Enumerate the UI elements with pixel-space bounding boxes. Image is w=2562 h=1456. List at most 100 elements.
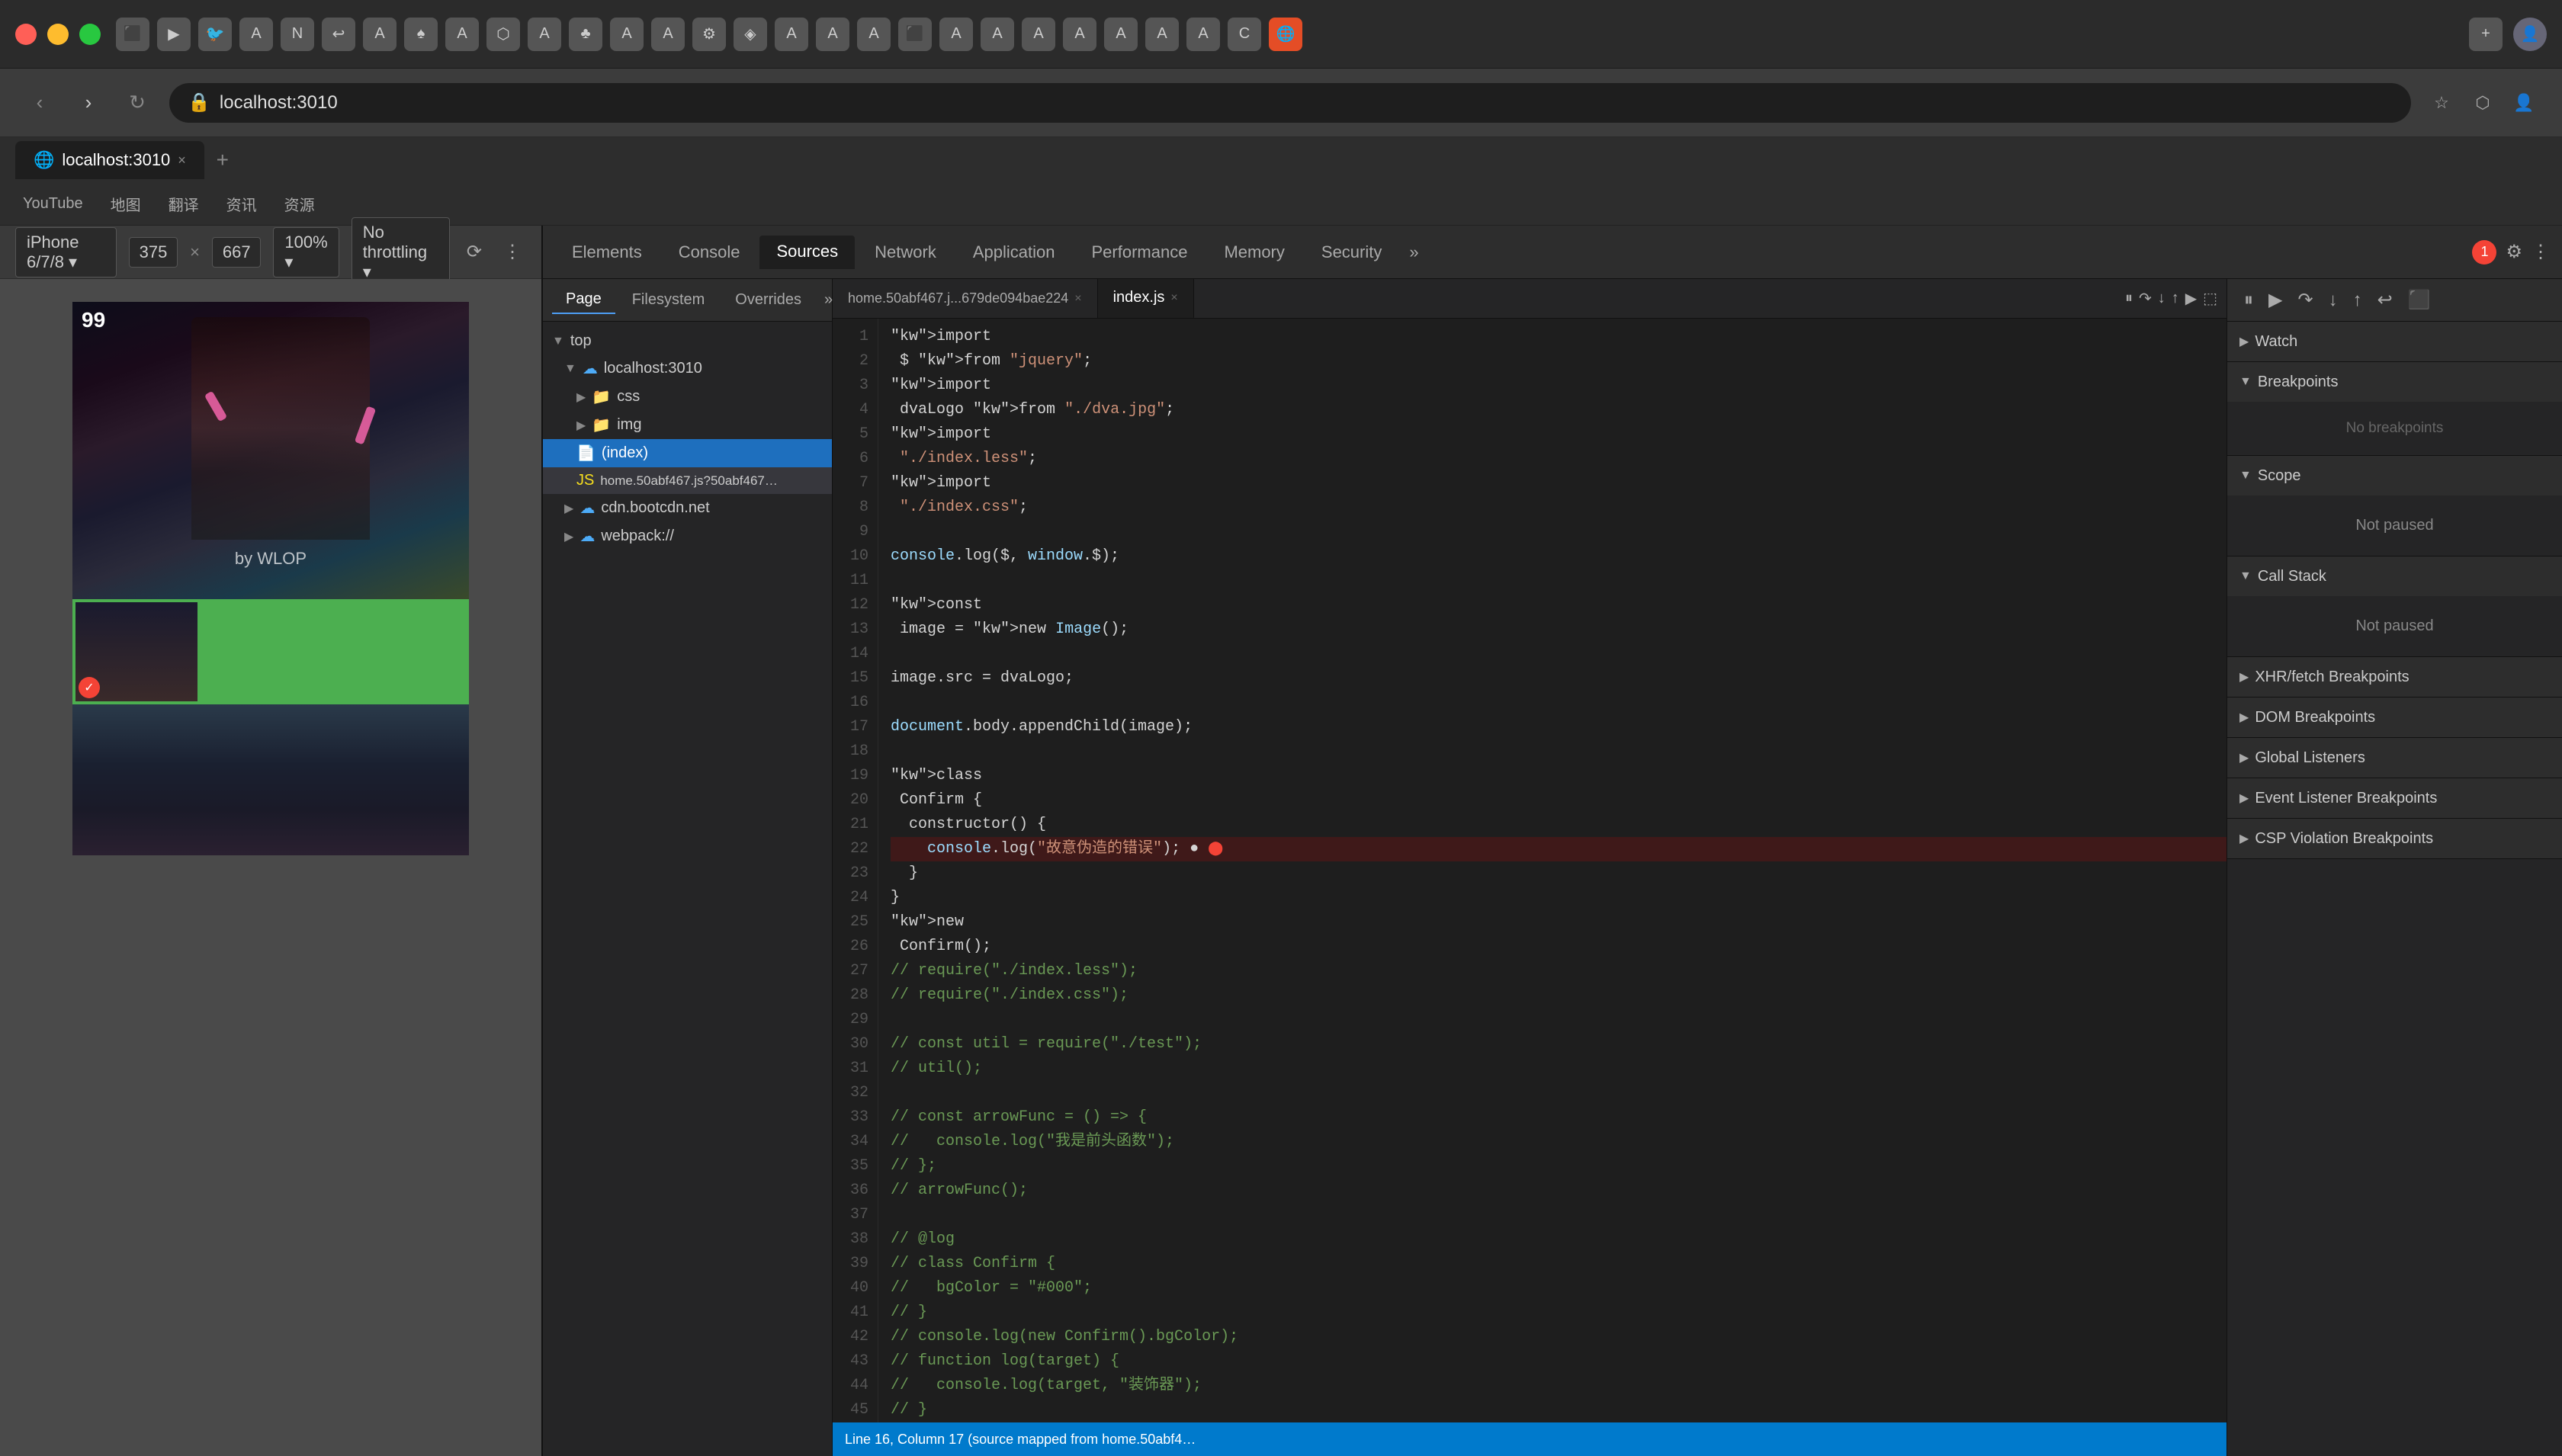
traffic-yellow[interactable] (47, 24, 69, 45)
section-header-global[interactable]: ▶ Global Listeners (2227, 738, 2562, 778)
section-header-callstack[interactable]: ▼ Call Stack (2227, 556, 2562, 596)
app-icon-14[interactable]: A (651, 18, 685, 51)
app-icon-24[interactable]: A (1063, 18, 1096, 51)
bookmark-map[interactable]: 地图 (103, 190, 149, 218)
reload-button[interactable]: ↻ (120, 86, 154, 120)
continue-icon[interactable]: ▶ (2185, 289, 2197, 308)
app-icon-5[interactable]: N (281, 18, 314, 51)
pause-icon[interactable]: ⏸ (2125, 290, 2133, 307)
app-icon-3[interactable]: 🐦 (198, 18, 232, 51)
active-tab[interactable]: 🌐 localhost:3010 × (15, 141, 204, 179)
app-icon-7[interactable]: A (363, 18, 396, 51)
app-icon-4[interactable]: A (239, 18, 273, 51)
file-tab-overrides[interactable]: Overrides (721, 287, 815, 313)
code-tab-home-close[interactable]: × (1074, 292, 1081, 306)
bookmark-translate[interactable]: 翻译 (161, 190, 207, 218)
app-icon-19[interactable]: A (857, 18, 891, 51)
step-out-icon[interactable]: ↑ (2172, 290, 2179, 307)
app-icon-17[interactable]: A (775, 18, 808, 51)
dbg-step-over[interactable]: ↷ (2293, 284, 2317, 316)
address-bar[interactable]: 🔒 localhost:3010 (169, 83, 2411, 123)
app-icon-23[interactable]: A (1022, 18, 1055, 51)
app-icon-2[interactable]: ▶ (157, 18, 191, 51)
section-header-watch[interactable]: ▶ Watch (2227, 322, 2562, 361)
zoom-selector[interactable]: 100% ▾ (273, 227, 339, 277)
app-icon-extra[interactable]: + (2469, 18, 2503, 51)
deactivate-icon[interactable]: ⬚ (2203, 289, 2217, 308)
dbg-step-into[interactable]: ↓ (2324, 285, 2342, 316)
step-into-icon[interactable]: ↓ (2158, 290, 2166, 307)
app-icon-21[interactable]: A (939, 18, 973, 51)
tree-cdn[interactable]: ▶ ☁ cdn.bootcdn.net (543, 494, 832, 522)
tab-memory[interactable]: Memory (1207, 236, 1301, 268)
forward-button[interactable]: › (72, 86, 105, 120)
app-icon-1[interactable]: ⬛ (116, 18, 149, 51)
rotate-icon[interactable]: ⟳ (462, 236, 486, 268)
tabs-more[interactable]: » (1401, 242, 1426, 262)
settings-icon[interactable]: ⚙ (2506, 241, 2522, 263)
section-header-breakpoints[interactable]: ▼ Breakpoints (2227, 362, 2562, 402)
dbg-pause[interactable]: ⏸ (2239, 285, 2258, 316)
file-tab-page[interactable]: Page (552, 286, 615, 314)
throttle-selector[interactable]: No throttling ▾ (352, 217, 450, 287)
app-icon-20[interactable]: ⬛ (898, 18, 932, 51)
dbg-resume[interactable]: ▶ (2264, 284, 2287, 316)
tab-application[interactable]: Application (956, 236, 1072, 268)
extension-icon[interactable]: ⬡ (2467, 88, 2498, 118)
app-icon-11[interactable]: A (528, 18, 561, 51)
step-over-icon[interactable]: ↷ (2139, 289, 2152, 308)
dbg-deactivate[interactable]: ⬛ (2403, 284, 2435, 316)
tab-console[interactable]: Console (662, 236, 757, 268)
tab-elements[interactable]: Elements (555, 236, 659, 268)
width-input[interactable]: 375 (129, 237, 178, 268)
app-icon-15[interactable]: ⚙ (692, 18, 726, 51)
section-header-csp[interactable]: ▶ CSP Violation Breakpoints (2227, 819, 2562, 858)
tab-security[interactable]: Security (1305, 236, 1398, 268)
star-icon[interactable]: ☆ (2426, 88, 2457, 118)
file-tab-filesystem[interactable]: Filesystem (618, 287, 719, 313)
more-options-icon[interactable]: ⋮ (499, 236, 526, 268)
tree-css[interactable]: ▶ 📁 css (543, 383, 832, 411)
section-header-xhr[interactable]: ▶ XHR/fetch Breakpoints (2227, 657, 2562, 697)
app-icon-22[interactable]: A (981, 18, 1014, 51)
app-icon-29[interactable]: 🌐 (1269, 18, 1302, 51)
app-icon-27[interactable]: A (1186, 18, 1220, 51)
app-icon-8[interactable]: ♠ (404, 18, 438, 51)
traffic-green[interactable] (79, 24, 101, 45)
tab-network[interactable]: Network (858, 236, 953, 268)
bookmark-youtube[interactable]: YouTube (15, 192, 91, 216)
tab-performance[interactable]: Performance (1074, 236, 1204, 268)
dbg-step-out[interactable]: ↑ (2348, 285, 2367, 316)
section-header-scope[interactable]: ▼ Scope (2227, 456, 2562, 495)
new-tab-button[interactable]: + (207, 145, 238, 175)
device-selector[interactable]: iPhone 6/7/8 ▾ (15, 227, 117, 277)
app-icon-13[interactable]: A (610, 18, 644, 51)
app-icon-10[interactable]: ⬡ (486, 18, 520, 51)
section-header-event-listeners[interactable]: ▶ Event Listener Breakpoints (2227, 778, 2562, 818)
height-input[interactable]: 667 (212, 237, 261, 268)
bookmark-resources[interactable]: 资源 (277, 190, 323, 218)
profile-icon[interactable]: 👤 (2509, 88, 2539, 118)
code-tab-indexjs[interactable]: index.js × (1098, 279, 1194, 319)
dbg-step-back[interactable]: ↩ (2373, 284, 2397, 316)
app-icon-28[interactable]: C (1228, 18, 1261, 51)
section-header-dom[interactable]: ▶ DOM Breakpoints (2227, 698, 2562, 737)
code-tab-indexjs-close[interactable]: × (1170, 291, 1177, 305)
back-button[interactable]: ‹ (23, 86, 56, 120)
tree-img[interactable]: ▶ 📁 img (543, 411, 832, 439)
app-icon-12[interactable]: ♣ (569, 18, 602, 51)
tree-home-js[interactable]: JS home.50abf467.js?50abf4679de094bae224 (543, 467, 832, 494)
tab-close-button[interactable]: × (178, 152, 186, 168)
app-icon-6[interactable]: ↩ (322, 18, 355, 51)
code-tab-home[interactable]: home.50abf467.j...679de094bae224 × (833, 279, 1098, 319)
traffic-red[interactable] (15, 24, 37, 45)
app-icon-9[interactable]: A (445, 18, 479, 51)
tree-webpack[interactable]: ▶ ☁ webpack:// (543, 522, 832, 550)
app-icon-18[interactable]: A (816, 18, 849, 51)
app-icon-25[interactable]: A (1104, 18, 1138, 51)
tree-top[interactable]: ▼ top (543, 328, 832, 354)
tree-index[interactable]: 📄 (index) (543, 439, 832, 467)
more-icon[interactable]: ⋮ (2532, 241, 2550, 263)
tab-sources[interactable]: Sources (759, 236, 855, 269)
tree-localhost[interactable]: ▼ ☁ localhost:3010 (543, 354, 832, 383)
